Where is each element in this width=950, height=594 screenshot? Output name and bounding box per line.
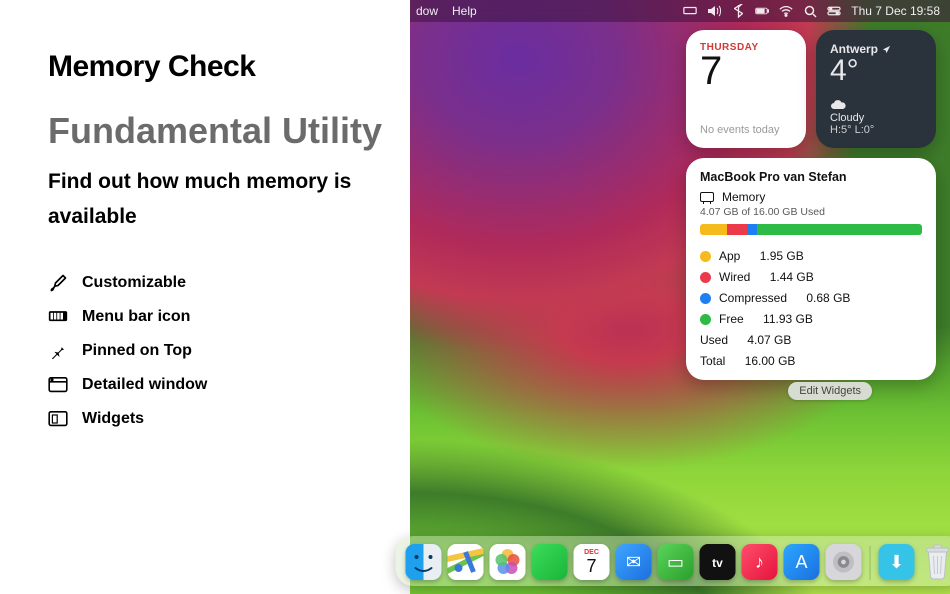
dot-icon [700,272,711,283]
weather-temp: 4° [830,54,922,88]
legend-wired: Wired 1.44 GB [700,270,922,284]
dock-facetime-icon[interactable] [532,544,568,580]
menubar-icon [48,307,68,327]
menu-item-help[interactable]: Help [452,4,477,18]
legend-app: App 1.95 GB [700,249,922,263]
paintbrush-icon [48,273,68,293]
feature-window: Detailed window [48,375,410,395]
dock[interactable]: DEC7✉▭tv♪A⬇ [396,536,950,586]
svg-text:DEC: DEC [584,549,599,556]
menu-item-window[interactable]: dow [416,4,438,18]
feature-label: Menu bar icon [82,308,190,326]
memory-legend: App 1.95 GB Wired 1.44 GB Compressed 0.6… [700,249,922,368]
menu-bar[interactable]: dow Help Thu 7 Dec 19:58 [410,0,950,22]
feature-label: Customizable [82,274,186,292]
legend-free: Free 11.93 GB [700,312,922,326]
dock-music-icon[interactable]: ♪ [742,544,778,580]
widget-icon [48,409,68,429]
app-title: Memory Check [48,50,410,84]
calendar-day: 7 [700,51,792,91]
wifi-icon[interactable] [779,4,793,18]
pin-icon [48,341,68,361]
bluetooth-icon[interactable] [731,4,745,18]
battery-icon[interactable] [755,4,769,18]
dock-maps-icon[interactable] [448,544,484,580]
dock-settings-icon[interactable] [826,544,862,580]
feature-list: Customizable Menu bar icon Pinned on Top… [48,273,410,429]
dock-photos-icon[interactable] [490,544,526,580]
dock-separator [870,546,871,580]
subtitle: Find out how much memory is available [48,164,410,235]
memory-icon [700,192,714,202]
dot-icon [700,293,711,304]
memory-device: MacBook Pro van Stefan [700,170,922,184]
memory-widget[interactable]: MacBook Pro van Stefan Memory 4.07 GB of… [686,158,936,380]
bar-segment-app [700,224,727,235]
cloud-icon [830,99,844,109]
location-arrow-icon [882,45,891,54]
calendar-events: No events today [700,124,792,136]
dot-icon [700,314,711,325]
weather-hilo: H:5° L:0° [830,124,922,136]
tagline: Fundamental Utility [48,112,410,150]
menubar-datetime[interactable]: Thu 7 Dec 19:58 [851,4,940,18]
dock-appstore-icon[interactable]: A [784,544,820,580]
dot-icon [700,251,711,262]
dock-mail-icon[interactable]: ✉ [616,544,652,580]
bar-segment-wired [727,224,747,235]
window-icon [48,375,68,395]
search-icon[interactable] [803,4,817,18]
dock-trash-icon[interactable] [921,542,950,580]
weather-condition: Cloudy [830,112,922,124]
marketing-panel: Memory Check Fundamental Utility Find ou… [0,0,410,594]
dock-downloads-icon[interactable]: ⬇ [879,544,915,580]
bar-segment-comp [747,224,757,235]
feature-menubar: Menu bar icon [48,307,410,327]
feature-label: Detailed window [82,376,207,394]
calendar-widget[interactable]: THURSDAY 7 No events today [686,30,806,148]
legend-compressed: Compressed 0.68 GB [700,291,922,305]
bar-segment-free [757,224,922,235]
memory-label: Memory [722,190,765,204]
dock-calendar-icon[interactable]: DEC7 [574,544,610,580]
memory-usage-line: 4.07 GB of 16.00 GB Used [700,206,922,218]
dock-memory-icon[interactable]: ▭ [658,544,694,580]
memory-usage-bar [700,224,922,235]
feature-customizable: Customizable [48,273,410,293]
volume-icon[interactable] [707,4,721,18]
memory-menubar-icon[interactable] [683,4,697,18]
feature-pinned: Pinned on Top [48,341,410,361]
legend-used: Used 4.07 GB [700,333,922,347]
weather-widget[interactable]: Antwerp 4° Cloudy H:5° L:0° [816,30,936,148]
svg-text:tv: tv [712,556,723,570]
edit-widgets-button[interactable]: Edit Widgets [788,382,872,400]
svg-text:7: 7 [586,556,596,576]
feature-label: Widgets [82,410,144,428]
feature-label: Pinned on Top [82,342,192,360]
dock-appletv-icon[interactable]: tv [700,544,736,580]
legend-total: Total 16.00 GB [700,354,922,368]
dock-finder-icon[interactable] [406,544,442,580]
control-center-icon[interactable] [827,4,841,18]
desktop-screenshot: dow Help Thu 7 Dec 19:58 THURSDAY 7 [410,0,950,594]
feature-widgets: Widgets [48,409,410,429]
